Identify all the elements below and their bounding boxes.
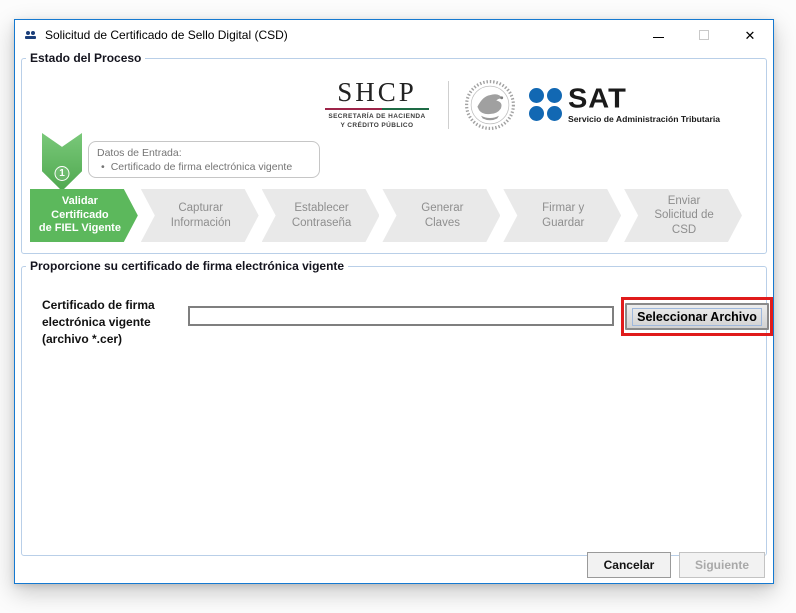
select-file-button[interactable]: Seleccionar Archivo: [625, 303, 769, 330]
step-2-capturar-informacion: Capturar Información: [141, 189, 259, 242]
minimize-icon: [653, 37, 664, 38]
window-title: Solicitud de Certificado de Sello Digita…: [45, 28, 288, 42]
window-controls: ✕: [635, 20, 773, 50]
form-group-title: Proporcione su certificado de firma elec…: [26, 259, 348, 273]
desktop-background: Solicitud de Certificado de Sello Digita…: [0, 0, 796, 613]
process-group-title: Estado del Proceso: [26, 51, 145, 65]
close-icon: ✕: [745, 29, 756, 42]
certificate-field-label: Certificado de firma electrónica vigente…: [42, 297, 192, 347]
sat-logo: SAT Servicio de Administración Tributari…: [529, 86, 720, 123]
highlight-annotation-box: Seleccionar Archivo: [621, 297, 773, 336]
maximize-icon: [699, 30, 709, 40]
input-data-box: Datos de Entrada: • Certificado de firma…: [88, 141, 320, 178]
logos-row: SHCP SECRETARÍA DE HACIENDA Y CRÉDITO PÚ…: [316, 75, 720, 135]
sat-subtitle: Servicio de Administración Tributaria: [568, 114, 720, 124]
logo-divider: [448, 81, 449, 129]
step-badge-number: 1: [55, 166, 70, 181]
app-icon: [22, 27, 38, 43]
minimize-button[interactable]: [635, 20, 681, 50]
select-file-button-label: Seleccionar Archivo: [632, 308, 762, 326]
close-button[interactable]: ✕: [727, 20, 773, 50]
step-5-firmar-y-guardar: Firmar y Guardar: [503, 189, 621, 242]
process-status-groupbox: Estado del Proceso SHCP SECRETARÍA DE HA…: [21, 58, 767, 254]
mexico-seal-icon: [463, 78, 517, 132]
step-6-enviar-solicitud-csd: Enviar Solicitud de CSD: [624, 189, 742, 242]
footer-actions: Cancelar Siguiente: [587, 552, 765, 578]
step-3-establecer-contrasena: Establecer Contraseña: [262, 189, 380, 242]
wizard-steps: Validar Certificado de FIEL Vigente Capt…: [30, 189, 742, 242]
title-bar: Solicitud de Certificado de Sello Digita…: [15, 20, 773, 50]
shcp-logo: SHCP SECRETARÍA DE HACIENDA Y CRÉDITO PÚ…: [316, 79, 438, 131]
shcp-flag-line: [325, 108, 429, 110]
sat-dots-icon: [529, 88, 562, 121]
app-window: Solicitud de Certificado de Sello Digita…: [14, 19, 774, 584]
shcp-acronym: SHCP: [337, 79, 417, 106]
next-button: Siguiente: [679, 552, 765, 578]
certificate-form-groupbox: Proporcione su certificado de firma elec…: [21, 266, 767, 556]
maximize-button: [681, 20, 727, 50]
step-4-generar-claves: Generar Claves: [382, 189, 500, 242]
cancel-button[interactable]: Cancelar: [587, 552, 671, 578]
certificate-file-input[interactable]: [188, 306, 614, 326]
input-data-bullet-text: Certificado de firma electrónica vigente: [111, 160, 293, 174]
input-data-title: Datos de Entrada:: [97, 146, 311, 160]
shcp-subtitle: SECRETARÍA DE HACIENDA Y CRÉDITO PÚBLICO: [328, 113, 425, 131]
step-1-badge-icon: 1: [42, 133, 82, 191]
sat-acronym: SAT: [568, 87, 720, 112]
bullet-icon: •: [101, 160, 105, 174]
step-1-validar-certificado: Validar Certificado de FIEL Vigente: [30, 189, 138, 242]
